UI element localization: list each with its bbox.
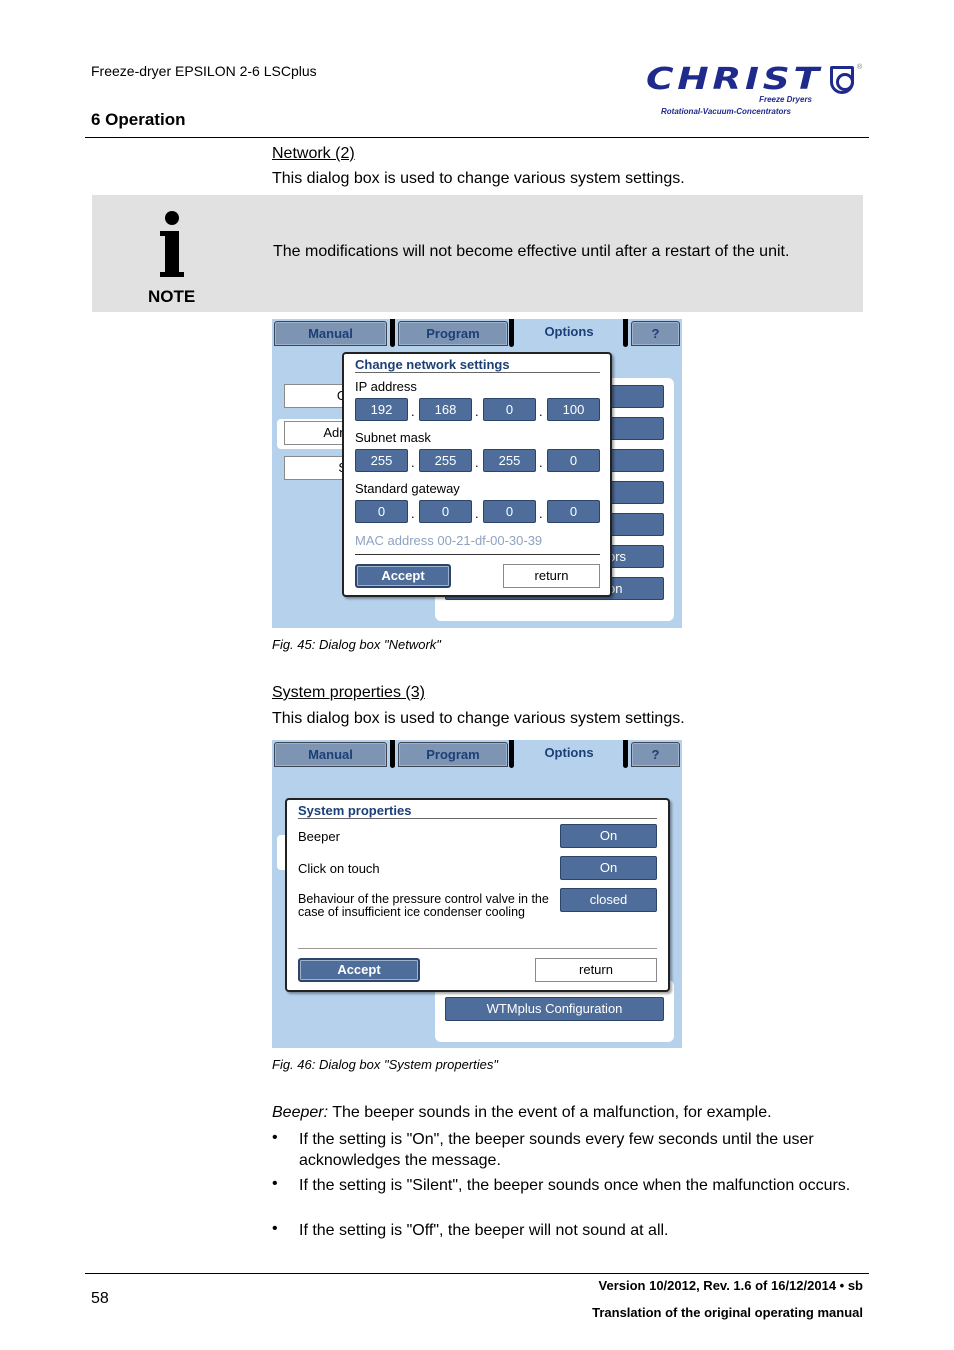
- subnet-octet-3[interactable]: 255: [483, 449, 536, 472]
- tab-separator: [623, 319, 628, 347]
- gateway-label: Standard gateway: [355, 481, 460, 496]
- bullet-marker: •: [272, 1220, 278, 1237]
- gateway-octet-2[interactable]: 0: [419, 500, 472, 523]
- subnet-separator: .: [475, 455, 479, 470]
- logo-tagline-freeze-dryers: Freeze Dryers: [759, 95, 812, 104]
- system-properties-dialog: System properties Beeper On Click on tou…: [285, 798, 670, 992]
- beeper-bullet-off: If the setting is "Off", the beeper will…: [299, 1222, 669, 1239]
- system-properties-screenshot: Manual Program Options ? WTMplus Configu…: [272, 740, 682, 1048]
- system-properties-heading: System properties (3): [272, 684, 425, 701]
- tab-help[interactable]: ?: [631, 321, 680, 346]
- gateway-separator: .: [411, 506, 415, 521]
- logo-shield-icon: [830, 66, 854, 94]
- dialog-title-rule: [355, 372, 600, 373]
- beeper-term: Beeper:: [272, 1104, 329, 1121]
- tab-separator: [509, 740, 514, 768]
- tab-manual[interactable]: Manual: [274, 321, 387, 346]
- ip-octet-4[interactable]: 100: [547, 398, 600, 421]
- pressure-valve-toggle[interactable]: closed: [560, 888, 657, 912]
- system-properties-description: This dialog box is used to change variou…: [272, 710, 685, 727]
- dialog-title: System properties: [298, 803, 412, 818]
- tab-bar: Manual Program Options ?: [272, 319, 682, 349]
- beeper-bullet-silent: If the setting is "Silent", the beeper s…: [299, 1177, 851, 1194]
- figure-45-caption: Fig. 45: Dialog box "Network": [272, 637, 441, 652]
- ip-separator: .: [411, 404, 415, 419]
- click-on-touch-label: Click on touch: [298, 861, 380, 876]
- return-button[interactable]: return: [535, 958, 657, 982]
- tab-options[interactable]: Options: [516, 319, 622, 349]
- click-on-touch-toggle[interactable]: On: [560, 856, 657, 880]
- network-screenshot: Manual Program Options ? G Admi S ors on…: [272, 319, 682, 628]
- mac-address: MAC address 00-21-df-00-30-39: [355, 533, 543, 548]
- footer-divider: [85, 1273, 869, 1274]
- accept-button[interactable]: Accept: [298, 958, 420, 982]
- beeper-intro-text: The beeper sounds in the event of a malf…: [328, 1104, 772, 1121]
- tab-separator: [509, 319, 514, 347]
- tab-help[interactable]: ?: [631, 742, 680, 767]
- gateway-separator: .: [539, 506, 543, 521]
- beeper-intro: Beeper: The beeper sounds in the event o…: [272, 1104, 772, 1122]
- tab-program[interactable]: Program: [398, 321, 508, 346]
- section-title: 6 Operation: [91, 110, 186, 129]
- ip-octet-1[interactable]: 192: [355, 398, 408, 421]
- dialog-footer-rule: [298, 948, 657, 949]
- network-dialog: Change network settings IP address 192 .…: [342, 352, 612, 597]
- subnet-octet-2[interactable]: 255: [419, 449, 472, 472]
- tab-separator: [623, 740, 628, 768]
- ip-octet-2[interactable]: 168: [419, 398, 472, 421]
- tab-manual[interactable]: Manual: [274, 742, 387, 767]
- gateway-separator: .: [475, 506, 479, 521]
- note-box: NOTE The modifications will not become e…: [92, 195, 863, 312]
- bullet-marker: •: [272, 1175, 278, 1192]
- document-title: Freeze-dryer EPSILON 2-6 LSCplus: [91, 63, 317, 79]
- ip-octet-3[interactable]: 0: [483, 398, 536, 421]
- translation-note: Translation of the original operating ma…: [592, 1305, 863, 1320]
- tab-separator: [390, 740, 395, 768]
- gateway-octet-1[interactable]: 0: [355, 500, 408, 523]
- gateway-octet-3[interactable]: 0: [483, 500, 536, 523]
- beeper-label: Beeper: [298, 829, 340, 844]
- subnet-separator: .: [411, 455, 415, 470]
- ip-separator: .: [475, 404, 479, 419]
- network-description: This dialog box is used to change variou…: [272, 170, 685, 187]
- wtmplus-configuration-button[interactable]: WTMplus Configuration: [445, 997, 664, 1021]
- beeper-toggle[interactable]: On: [560, 824, 657, 848]
- logo-brand: CHRIST: [646, 62, 823, 97]
- ip-address-label: IP address: [355, 379, 417, 394]
- dialog-title-rule: [298, 818, 657, 819]
- network-heading: Network (2): [272, 145, 355, 162]
- subnet-mask-label: Subnet mask: [355, 430, 431, 445]
- note-text: The modifications will not become effect…: [273, 243, 790, 260]
- dialog-title: Change network settings: [355, 357, 510, 372]
- accept-button[interactable]: Accept: [355, 564, 451, 588]
- pressure-valve-label: Behaviour of the pressure control valve …: [298, 892, 549, 919]
- subnet-octet-1[interactable]: 255: [355, 449, 408, 472]
- ip-separator: .: [539, 404, 543, 419]
- subnet-octet-4[interactable]: 0: [547, 449, 600, 472]
- page-number: 58: [91, 1290, 109, 1307]
- christ-logo: CHRIST ® Freeze Dryers Rotational-Vacuum…: [640, 62, 865, 120]
- note-label: NOTE: [148, 287, 196, 306]
- figure-46-caption: Fig. 46: Dialog box "System properties": [272, 1057, 498, 1072]
- beeper-bullet-on: If the setting is "On", the beeper sound…: [299, 1131, 814, 1169]
- tab-program[interactable]: Program: [398, 742, 508, 767]
- note-icon-area: NOTE: [124, 205, 216, 306]
- registered-mark: ®: [857, 64, 863, 71]
- header-divider: [85, 137, 869, 138]
- gateway-octet-4[interactable]: 0: [547, 500, 600, 523]
- dialog-footer-rule: [355, 554, 600, 555]
- version-info: Version 10/2012, Rev. 1.6 of 16/12/2014 …: [598, 1278, 863, 1293]
- tab-bar: Manual Program Options ?: [272, 740, 682, 770]
- tab-options[interactable]: Options: [516, 740, 622, 770]
- bullet-marker: •: [272, 1129, 278, 1146]
- subnet-separator: .: [539, 455, 543, 470]
- logo-tagline-rvc: Rotational-Vacuum-Concentrators: [661, 107, 791, 116]
- return-button[interactable]: return: [503, 564, 600, 588]
- info-icon: [156, 205, 186, 283]
- tab-separator: [390, 319, 395, 347]
